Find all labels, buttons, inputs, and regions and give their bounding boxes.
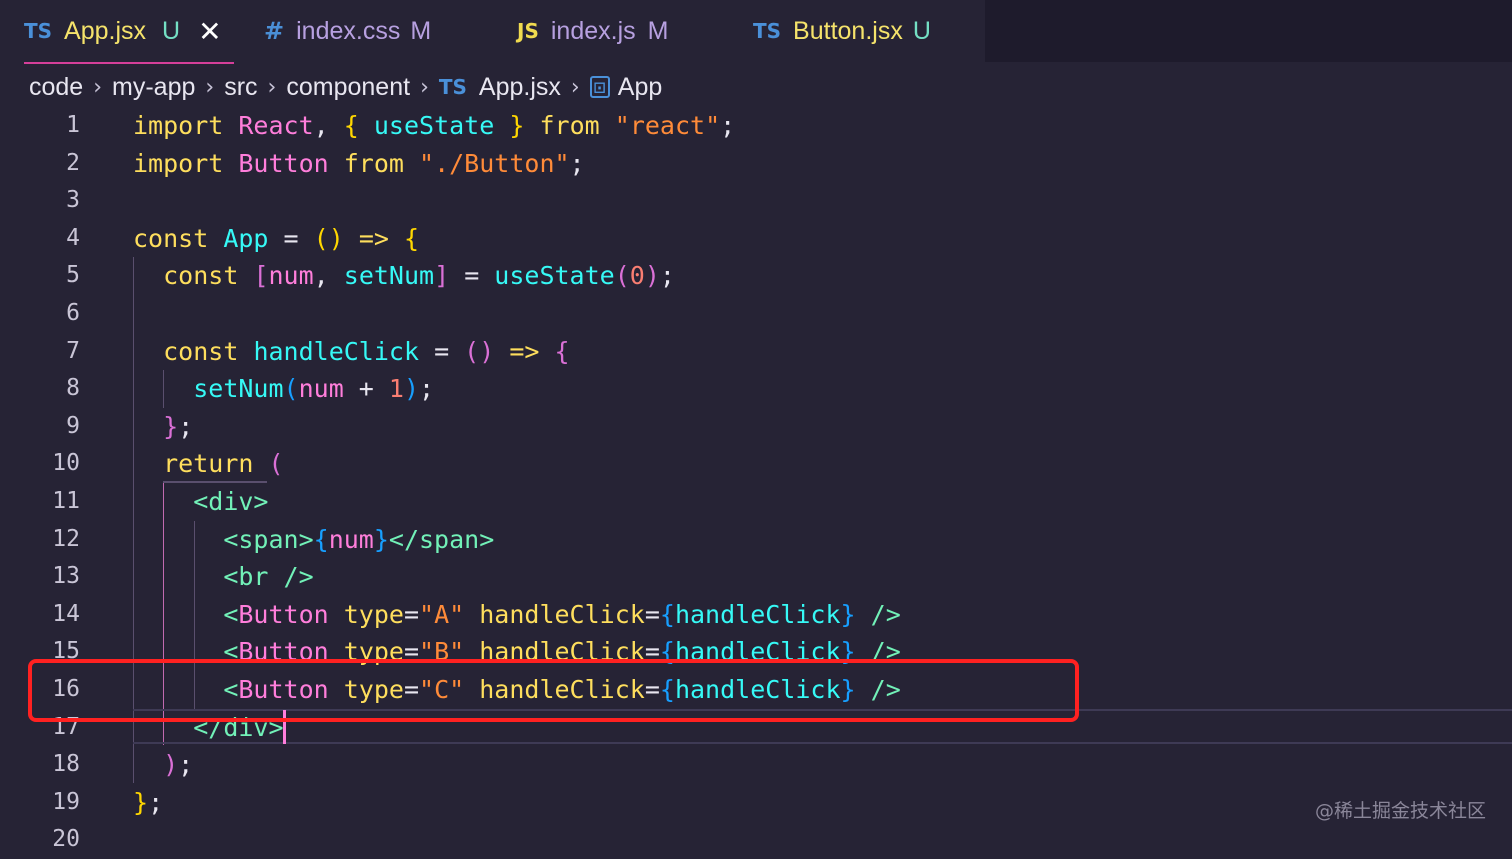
line-number: 2 [66,149,80,176]
tab-label: index.js [550,16,636,45]
code-text: }; [163,411,194,441]
breadcrumb-item[interactable]: my-app [112,73,195,102]
code-text: ); [163,750,194,780]
line-number: 20 [52,826,80,853]
code-line[interactable]: 4 const App = () => { [0,220,1512,258]
tab-status-badge: M [647,16,669,45]
tab-bar-empty-area [985,0,1512,62]
code-line[interactable]: 5 const [num, setNum] = useState(0); [0,257,1512,295]
tab-label: index.css [296,16,401,45]
line-number: 1 [66,112,80,138]
code-line[interactable]: 19}; [0,784,1512,822]
code-line[interactable]: 20 [0,821,1512,859]
breadcrumb-item[interactable]: src [224,73,257,102]
code-line[interactable]: 8 setNum(num + 1); [0,370,1512,408]
line-number: 8 [66,375,80,402]
line-number: 11 [52,488,80,514]
chevron-right-icon: › [420,74,429,100]
symbol-icon: ⊡ [589,76,610,98]
css-icon: # [264,17,285,45]
code-text: <Button type="A" handleClick={handleClic… [223,599,901,629]
breadcrumb-item[interactable]: code [29,73,83,102]
breadcrumb-file[interactable]: App.jsx [479,73,561,102]
highlight-annotation-box [28,659,1079,722]
code-line[interactable]: 9 }; [0,408,1512,446]
line-number: 3 [66,187,80,214]
tab-index-js[interactable]: JS index.js M [517,0,668,62]
javascript-icon: JS [517,19,539,43]
tab-label: App.jsx [64,16,147,45]
tab-index-css[interactable]: # index.css M [264,0,431,62]
tab-button-jsx[interactable]: TS Button.jsx U [753,0,931,62]
code-line[interactable]: 7 const handleClick = () => { [0,333,1512,371]
typescript-icon: TS [753,19,782,43]
code-line[interactable]: 3 [0,182,1512,220]
typescript-icon: TS [24,19,53,43]
line-number: 5 [66,262,80,289]
breadcrumb: code › my-app › src › component › TS App… [29,68,662,106]
code-line[interactable]: 2 import Button from "./Button"; [0,145,1512,183]
line-number: 14 [52,600,80,627]
line-number: 9 [66,412,80,439]
chevron-right-icon: › [93,74,103,100]
code-line[interactable]: 18 ); [0,746,1512,784]
code-text: import Button from "./Button"; [133,148,585,178]
code-text: const App = () => { [133,223,420,253]
code-text: import React, { useState } from "react"; [133,111,736,140]
code-line[interactable]: 11 <div> [0,483,1512,521]
tab-label: Button.jsx [793,16,903,45]
code-text: const [num, setNum] = useState(0); [163,261,675,291]
code-text: const handleClick = () => { [163,336,570,366]
code-text: return ( [163,449,284,479]
line-number: 6 [66,300,80,326]
tab-app-jsx[interactable]: TS App.jsx U ✕ [24,0,234,64]
chevron-right-icon: › [570,74,580,100]
line-number: 10 [52,450,80,477]
code-editor[interactable]: 1 import React, { useState } from "react"… [0,107,1512,852]
breadcrumb-item[interactable]: component [286,73,410,102]
code-text: <br /> [223,562,314,592]
line-number: 13 [52,563,80,590]
tab-status-badge: U [162,16,181,45]
breadcrumb-symbol[interactable]: App [618,73,662,102]
typescript-icon: TS [438,75,467,99]
chevron-right-icon: › [267,74,277,100]
line-number: 18 [52,751,80,778]
tab-status-badge: U [912,16,931,45]
code-line[interactable]: 6 [0,295,1512,333]
code-line[interactable]: 12 <span>{num}</span> [0,521,1512,559]
code-text: <div> [193,487,269,516]
tab-bar: TS App.jsx U ✕ # index.css M JS index.js… [0,0,1512,64]
line-number: 19 [52,788,80,815]
line-number: 4 [66,224,80,251]
code-text: }; [133,787,164,817]
code-text: setNum(num + 1); [193,374,435,404]
code-text: <span>{num}</span> [223,524,495,554]
chevron-right-icon: › [205,74,215,100]
watermark: @稀土掘金技术社区 [1314,800,1486,822]
line-number: 7 [66,337,80,364]
code-line[interactable]: 1 import React, { useState } from "react"… [0,107,1512,145]
line-number: 12 [52,525,80,552]
code-line[interactable]: 13 <br /> [0,558,1512,596]
code-line[interactable]: 14 <Button type="A" handleClick={handleC… [0,596,1512,634]
code-line[interactable]: 10 return ( [0,445,1512,483]
tab-status-badge: M [410,16,432,45]
close-icon[interactable]: ✕ [198,15,221,48]
